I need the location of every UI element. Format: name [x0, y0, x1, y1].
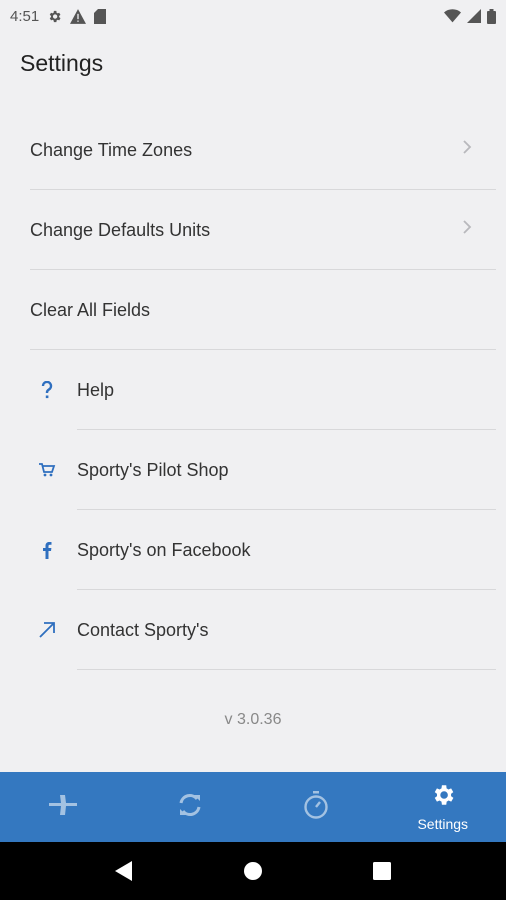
- gear-icon: [47, 9, 62, 24]
- airplane-icon: [47, 793, 79, 822]
- menu-item-pilot-shop[interactable]: Sporty's Pilot Shop: [0, 430, 506, 510]
- facebook-icon: [36, 541, 58, 559]
- menu-item-change-time-zones[interactable]: Change Time Zones: [0, 110, 506, 190]
- cart-icon: [36, 463, 58, 477]
- status-time: 4:51: [10, 7, 40, 25]
- tab-flight[interactable]: [0, 772, 127, 842]
- warning-icon: [70, 8, 87, 24]
- status-bar: 4:51: [0, 0, 506, 32]
- battery-icon: [487, 8, 496, 24]
- back-icon[interactable]: [115, 861, 133, 881]
- menu-item-label: Contact Sporty's: [77, 619, 209, 640]
- wifi-icon: [444, 9, 461, 23]
- question-icon: [36, 381, 58, 399]
- menu-item-contact[interactable]: Contact Sporty's: [0, 590, 506, 670]
- menu-item-help[interactable]: Help: [0, 350, 506, 430]
- stopwatch-icon: [302, 790, 330, 825]
- tab-settings[interactable]: Settings: [380, 772, 506, 842]
- menu-item-change-default-units[interactable]: Change Defaults Units: [0, 190, 506, 270]
- page-title: Settings: [20, 50, 104, 76]
- menu-item-label: Sporty's Pilot Shop: [77, 459, 229, 480]
- signal-icon: [467, 9, 481, 23]
- menu-item-facebook[interactable]: Sporty's on Facebook: [0, 510, 506, 590]
- menu-item-label: Change Time Zones: [30, 139, 193, 160]
- recents-icon[interactable]: [373, 862, 391, 880]
- sd-card-icon: [94, 8, 107, 24]
- tab-sync[interactable]: [127, 772, 254, 842]
- bottom-nav: Settings: [0, 772, 506, 842]
- menu-item-label: Sporty's on Facebook: [77, 539, 251, 560]
- external-arrow-icon: [36, 620, 58, 640]
- tab-timer[interactable]: [253, 772, 380, 842]
- version-label: v 3.0.36: [224, 711, 282, 728]
- home-icon[interactable]: [243, 861, 263, 881]
- gear-icon: [430, 782, 456, 813]
- tab-settings-label: Settings: [417, 816, 469, 832]
- menu-item-label: Change Defaults Units: [30, 219, 211, 240]
- chevron-right-icon: [462, 219, 472, 240]
- chevron-right-icon: [462, 139, 472, 160]
- menu-item-clear-all-fields[interactable]: Clear All Fields: [0, 270, 506, 350]
- android-nav-bar: [0, 842, 506, 900]
- settings-menu: Change Time Zones Change Defaults Units …: [0, 110, 506, 670]
- menu-item-label: Help: [77, 379, 115, 400]
- sync-icon: [176, 791, 204, 824]
- menu-item-label: Clear All Fields: [30, 299, 151, 320]
